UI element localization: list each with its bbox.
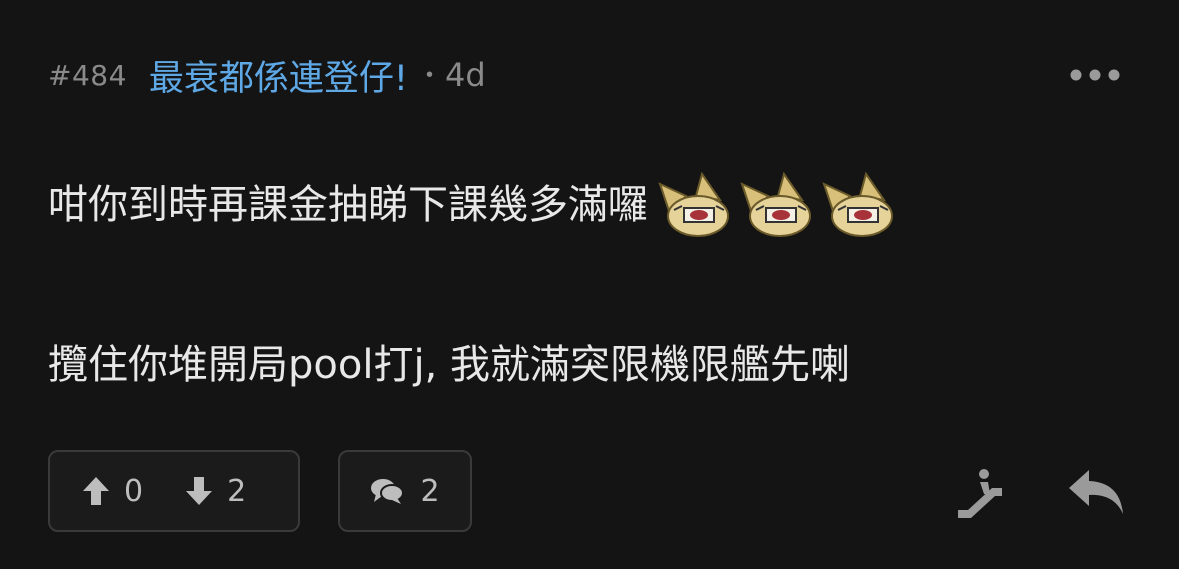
post-card: #484 最衰都係連登仔! • 4d 咁你到時再課金抽睇下課幾多滿囉 攬住你堆開… <box>0 0 1179 569</box>
content-line-2: 攬住你堆開局pool打j, 我就滿突限機限艦先喇 <box>48 310 1138 420</box>
escalator-icon <box>958 469 1002 518</box>
comments-icon <box>371 479 405 504</box>
upvote-count: 0 <box>124 473 144 509</box>
escalator-button[interactable] <box>948 460 1012 524</box>
content-text-1: 咁你到時再課金抽睇下課幾多滿囉 <box>48 182 648 228</box>
reply-count: 2 <box>420 473 440 509</box>
post-content: 咁你到時再課金抽睇下課幾多滿囉 攬住你堆開局pool打j, 我就滿突限機限艦先喇 <box>48 150 1138 420</box>
arrow-down-icon <box>186 477 213 505</box>
comments-button[interactable]: 2 <box>338 450 472 532</box>
emoji-group <box>656 170 902 240</box>
cat-emoji-icon <box>740 171 811 237</box>
upvote-button[interactable]: 0 <box>82 452 143 530</box>
post-header: #484 最衰都係連登仔! • 4d <box>48 50 486 100</box>
reply-button[interactable] <box>1060 460 1132 524</box>
downvote-button[interactable]: 2 <box>185 452 246 530</box>
reply-arrow-icon <box>1069 470 1123 514</box>
content-text-2: 攬住你堆開局pool打j, 我就滿突限機限艦先喇 <box>48 342 850 388</box>
more-options-button[interactable] <box>1066 60 1124 90</box>
cat-emoji-icon <box>822 171 893 237</box>
more-dots-icon <box>1070 69 1120 81</box>
arrow-up-icon <box>83 477 109 505</box>
post-time: 4d <box>444 56 486 94</box>
post-number[interactable]: #484 <box>48 59 127 92</box>
separator-dot: • <box>425 63 433 86</box>
vote-box: 0 2 <box>48 450 300 532</box>
content-line-1: 咁你到時再課金抽睇下課幾多滿囉 <box>48 150 1138 260</box>
cat-emoji-icon <box>658 171 729 237</box>
username-link[interactable]: 最衰都係連登仔! <box>149 50 408 101</box>
downvote-count: 2 <box>227 473 247 509</box>
